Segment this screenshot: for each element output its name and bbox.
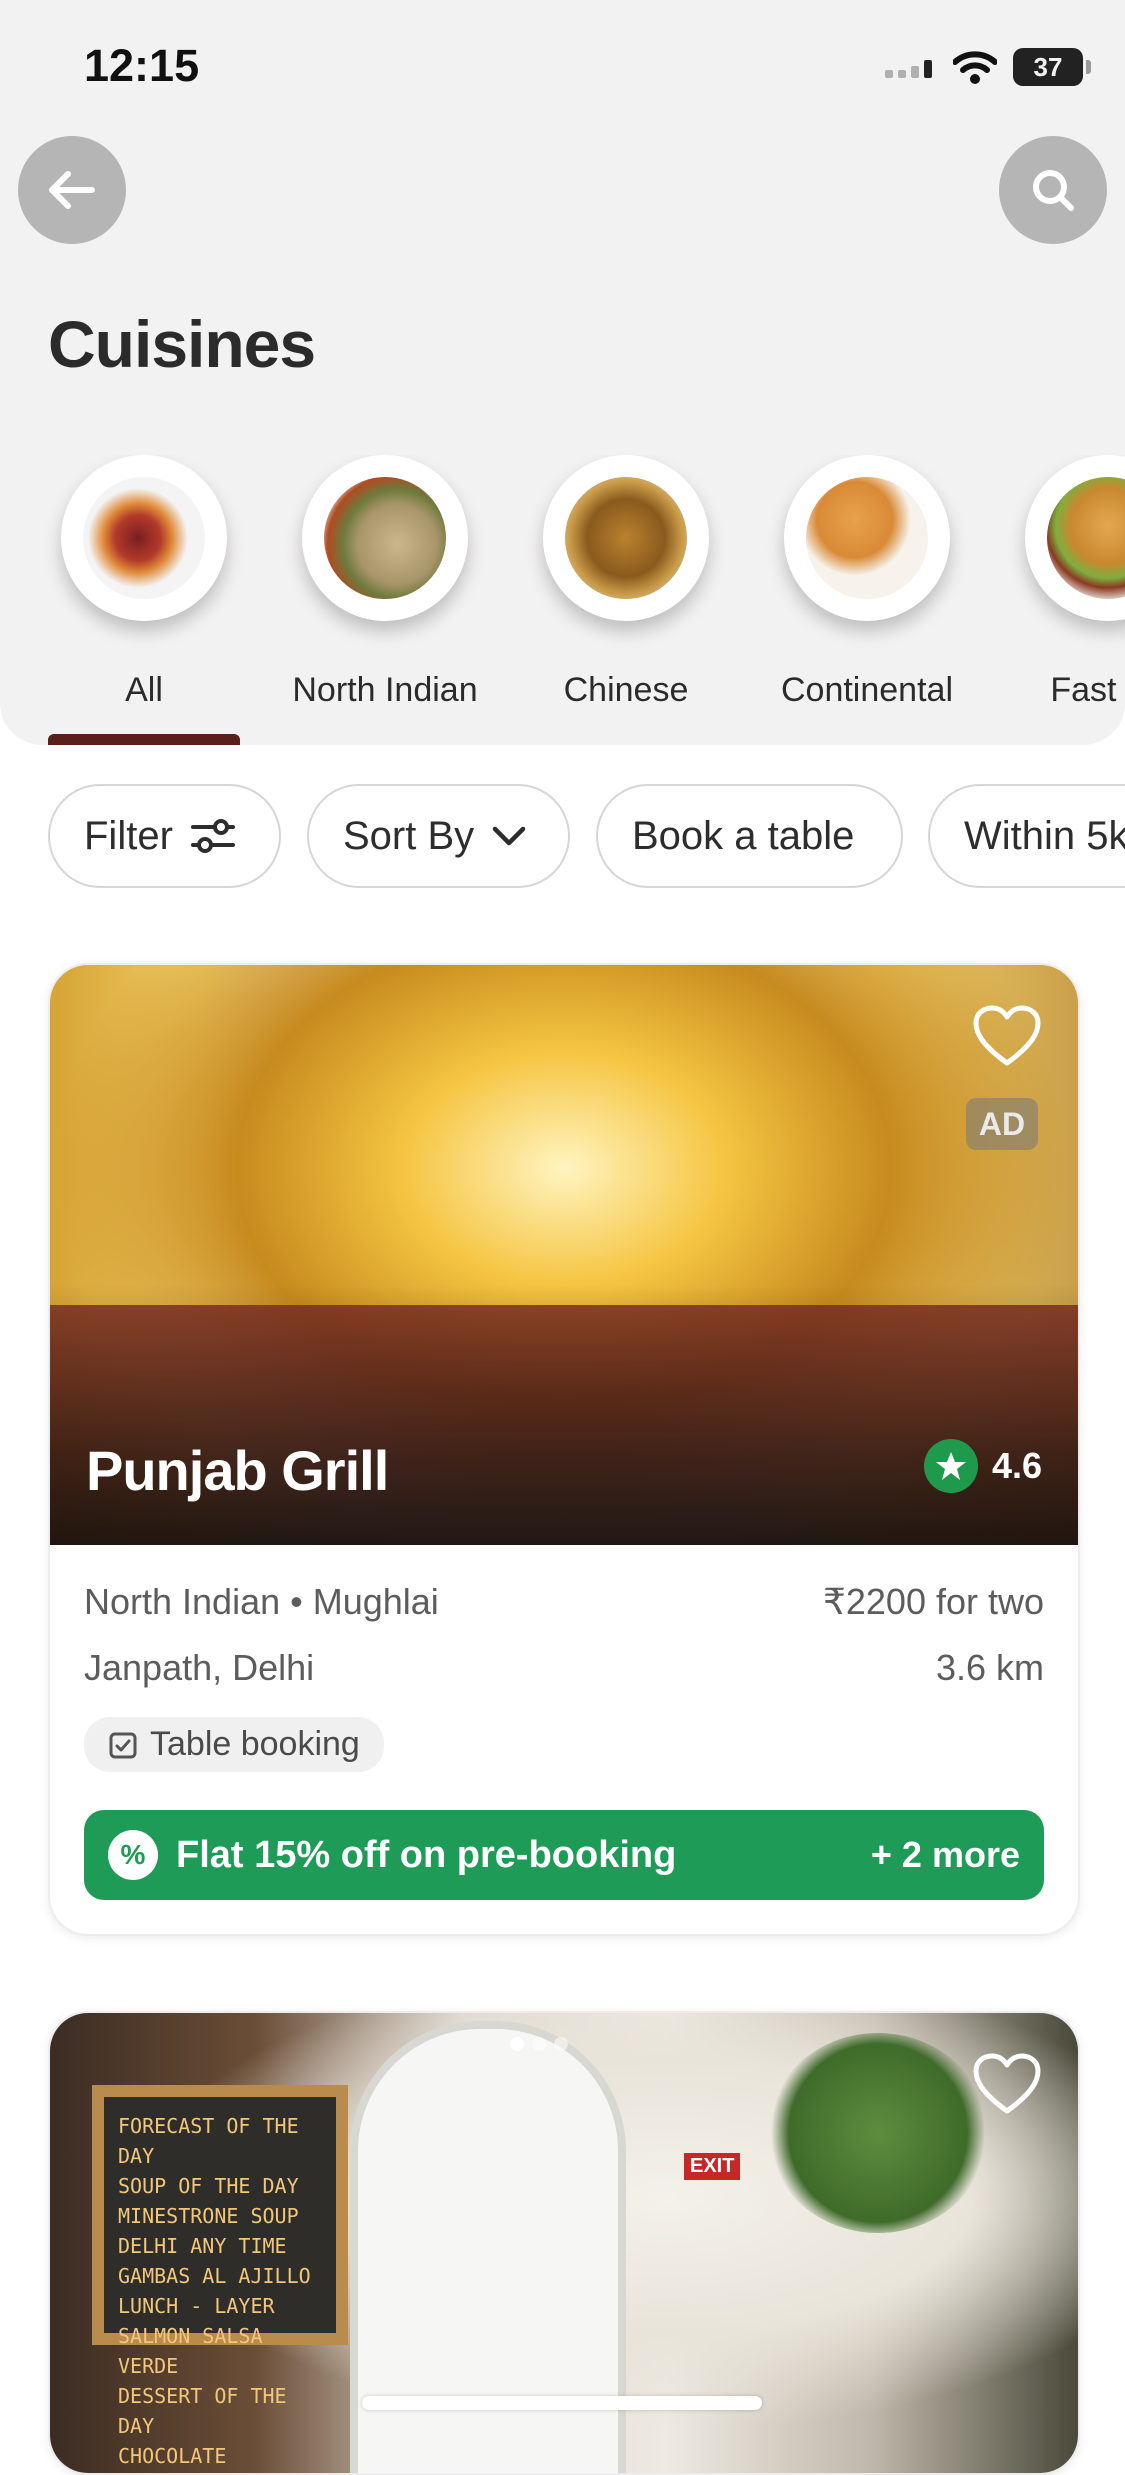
battery-level: 37 xyxy=(1033,51,1063,82)
discount-icon: % xyxy=(108,1830,158,1880)
carousel-dots xyxy=(510,2037,568,2051)
favorite-button[interactable] xyxy=(972,1005,1042,1074)
offer-more-link[interactable]: + 2 more xyxy=(871,1834,1020,1876)
cuisine-item-continental[interactable]: Continental xyxy=(762,455,972,710)
offer-text: Flat 15% off on pre-booking xyxy=(176,1833,677,1876)
restaurant-photo: AD Punjab Grill 4.6 xyxy=(50,965,1078,1545)
page-title: Cuisines xyxy=(48,307,316,381)
cuisine-item-chinese[interactable]: Chinese xyxy=(521,455,731,710)
chalkboard-menu: FORECAST OF THE DAY SOUP OF THE DAY MINE… xyxy=(92,2085,348,2468)
status-time: 12:15 xyxy=(84,40,200,91)
cuisine-image-all xyxy=(61,455,227,621)
home-indicator xyxy=(362,2396,762,2410)
sort-by-chip[interactable]: Sort By xyxy=(307,784,570,888)
restaurant-info: North Indian • Mughlai ₹2200 for two Jan… xyxy=(50,1545,1078,1934)
restaurant-distance: 3.6 km xyxy=(935,1647,1044,1688)
cuisine-carousel: All North Indian Chinese Continental Fas… xyxy=(0,455,1125,745)
restaurant-price: ₹2200 for two xyxy=(822,1581,1044,1622)
restaurant-cuisines: North Indian • Mughlai xyxy=(84,1581,439,1622)
signal-icon xyxy=(885,60,932,78)
active-cuisine-indicator xyxy=(48,734,240,745)
offer-banner[interactable]: % Flat 15% off on pre-booking + 2 more xyxy=(84,1810,1044,1900)
cuisine-label: Fast Fo xyxy=(1050,671,1125,709)
cuisine-label: All xyxy=(125,671,163,709)
star-icon xyxy=(923,1439,978,1493)
search-button[interactable] xyxy=(999,136,1107,244)
sort-by-label: Sort By xyxy=(343,813,475,858)
rating-badge: 4.6 xyxy=(923,1439,1042,1493)
cuisine-item-fast-food[interactable]: Fast Fo xyxy=(1003,455,1125,710)
book-table-label: Book a table xyxy=(632,813,855,858)
cuisine-label: Chinese xyxy=(563,671,689,709)
rating-value: 4.6 xyxy=(991,1445,1042,1486)
book-table-chip[interactable]: Book a table xyxy=(596,784,903,888)
filter-chip-label: Filter xyxy=(84,813,173,858)
exit-sign: EXIT xyxy=(684,2153,741,2180)
search-icon xyxy=(1033,170,1074,211)
cuisine-image-north-indian xyxy=(302,455,468,621)
heart-icon xyxy=(973,2053,1041,2114)
wifi-icon xyxy=(953,51,997,84)
cuisine-label: North Indian xyxy=(292,671,478,709)
filter-chips: Filter Sort By Book a table Within 5k xyxy=(0,784,1125,892)
restaurant-name: Punjab Grill xyxy=(86,1439,389,1502)
back-button[interactable] xyxy=(18,136,126,244)
calendar-check-icon xyxy=(109,1732,137,1758)
cuisine-image-chinese xyxy=(543,455,709,621)
filter-chip[interactable]: Filter xyxy=(48,784,281,888)
battery-icon: 37 xyxy=(1013,48,1091,86)
within-distance-label: Within 5k xyxy=(964,813,1125,858)
chevron-down-icon xyxy=(492,826,526,846)
restaurant-location: Janpath, Delhi xyxy=(84,1647,315,1688)
favorite-button[interactable] xyxy=(972,2053,1042,2122)
cuisine-image-continental xyxy=(784,455,950,621)
within-distance-chip[interactable]: Within 5k xyxy=(928,784,1125,888)
arrow-left-icon xyxy=(49,171,95,209)
ad-badge: AD xyxy=(966,1098,1038,1150)
table-booking-label: Table booking xyxy=(150,1725,360,1763)
restaurant-card[interactable]: AD Punjab Grill 4.6 North Indian • Mughl… xyxy=(48,963,1080,1936)
header-area: 12:15 37 Cuisines All North Indian Chine… xyxy=(0,0,1125,745)
cuisine-image-fast-food xyxy=(1025,455,1125,621)
cuisine-item-north-indian[interactable]: North Indian xyxy=(280,455,490,710)
cuisine-label: Continental xyxy=(780,671,953,709)
heart-icon xyxy=(973,1005,1041,1066)
sliders-icon xyxy=(190,819,235,853)
table-booking-tag: Table booking xyxy=(84,1717,384,1772)
status-icons: 37 xyxy=(885,48,1091,86)
cuisine-item-all[interactable]: All xyxy=(39,455,249,710)
